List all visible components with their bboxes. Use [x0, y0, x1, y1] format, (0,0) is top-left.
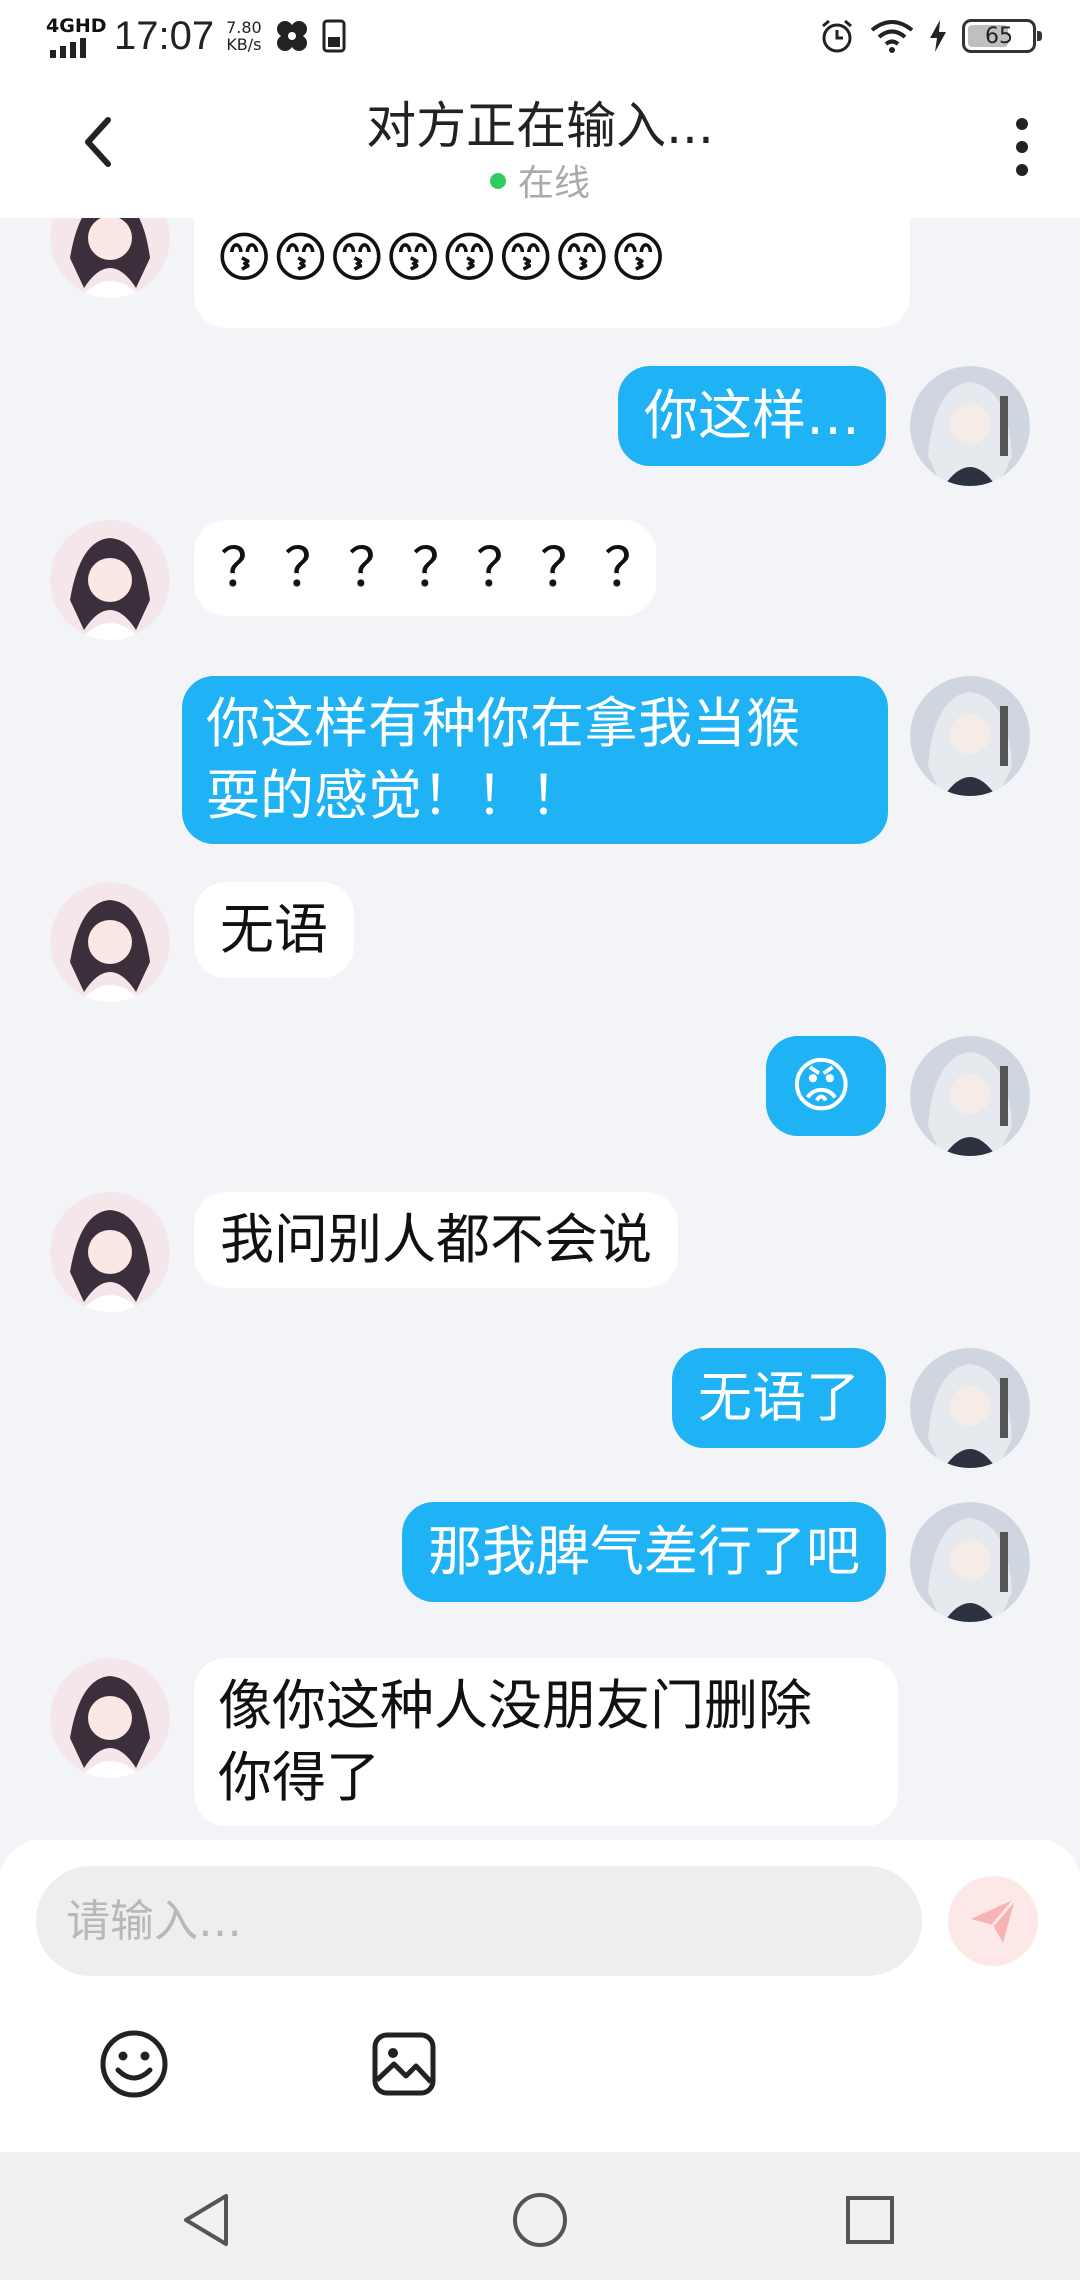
battery-indicator: 65	[962, 19, 1042, 53]
battery-percent: 65	[985, 23, 1013, 49]
charging-icon	[930, 20, 946, 52]
composer-panel	[0, 1840, 1080, 2152]
chat-title: 对方正在输入...	[366, 97, 714, 155]
message-text-line: 你这样有种你在拿我当猴	[206, 692, 800, 755]
network-speed-value: 7.80	[226, 18, 262, 37]
message-text-line: 耍的感觉！！！	[206, 764, 584, 827]
message-bubble-outgoing[interactable]: 那我脾气差行了吧	[402, 1502, 886, 1602]
message-text: ？？？？？？？	[220, 536, 668, 599]
message-bubble-outgoing[interactable]: 无语了	[672, 1348, 886, 1448]
message-text: 😙😙😙😙😙😙😙😙	[216, 226, 667, 289]
message-bubble-outgoing[interactable]: 你这样有种你在拿我当猴 耍的感觉！！！	[182, 676, 888, 844]
nav-recents-button[interactable]	[830, 2180, 910, 2260]
avatar-self[interactable]	[910, 676, 1030, 796]
status-time: 17:07	[114, 13, 215, 58]
online-dot	[489, 173, 506, 189]
image-button[interactable]	[364, 2024, 444, 2104]
system-nav-bar	[0, 2152, 1080, 2280]
message-text: 你这样…	[644, 384, 860, 447]
avatar-contact[interactable]	[50, 1192, 170, 1312]
message-bubble-incoming[interactable]: 像你这种人没朋友门删除 你得了	[194, 1658, 898, 1826]
network-indicator: 4GHD	[46, 14, 107, 58]
emoji-button[interactable]	[94, 2024, 174, 2104]
avatar-contact[interactable]	[50, 218, 170, 298]
avatar-contact[interactable]	[50, 882, 170, 1002]
wifi-icon	[870, 20, 914, 53]
avatar-self[interactable]	[910, 1348, 1030, 1468]
phone-storage-icon	[322, 19, 346, 53]
send-icon	[971, 1898, 1017, 1943]
image-icon	[372, 2032, 436, 2096]
message-bubble-incoming[interactable]: 无语	[194, 882, 354, 978]
message-bubble-incoming[interactable]: ？？？？？？？	[194, 520, 658, 616]
signal-icon	[50, 38, 86, 58]
message-text: 无语了	[698, 1366, 860, 1429]
avatar-self[interactable]	[910, 1502, 1030, 1622]
online-status-label: 在线	[517, 163, 590, 204]
message-text: 无语	[220, 898, 328, 961]
message-list[interactable]: 😙😙😙😙😙😛😛😛😛 😙😙😙😙😙😙😙😙 你这样… ？？？？？？？ 你这样有种你在拿…	[0, 218, 1080, 1840]
more-options-button[interactable]	[992, 112, 1052, 182]
avatar-self[interactable]	[910, 1036, 1030, 1156]
online-status: 在线	[0, 154, 1080, 206]
avatar-contact[interactable]	[50, 520, 170, 640]
message-input[interactable]	[36, 1866, 922, 1976]
send-button[interactable]	[948, 1876, 1038, 1966]
avatar-self[interactable]	[910, 366, 1030, 486]
chat-header: 对方正在输入... 在线	[0, 72, 1080, 218]
smiley-icon	[100, 2030, 168, 2098]
circle-home-icon	[513, 2193, 567, 2247]
message-bubble-incoming[interactable]: 😙😙😙😙😙😛😛😛😛 😙😙😙😙😙😙😙😙	[194, 218, 910, 328]
message-text: 我问别人都不会说	[220, 1208, 652, 1271]
message-bubble-incoming[interactable]: 我问别人都不会说	[194, 1192, 678, 1288]
message-text-line: 像你这种人没朋友门删除	[218, 1674, 812, 1737]
nav-home-button[interactable]	[500, 2180, 580, 2260]
nav-back-button[interactable]	[166, 2180, 246, 2260]
avatar-contact[interactable]	[50, 1658, 170, 1778]
square-recents-icon	[846, 2196, 894, 2244]
more-dot	[1016, 141, 1028, 153]
message-bubble-outgoing[interactable]: 你这样…	[618, 366, 886, 466]
message-text-line: 你得了	[218, 1746, 380, 1809]
more-vertical-icon	[1016, 118, 1028, 130]
status-bar: 4GHD 17:07 7.80 KB/s 65	[0, 0, 1080, 72]
more-dot	[1016, 164, 1028, 176]
alarm-icon	[822, 19, 852, 53]
message-text: 那我脾气差行了吧	[428, 1520, 860, 1583]
network-speed-unit: KB/s	[226, 35, 262, 54]
network-speed: 7.80 KB/s	[226, 19, 262, 53]
fan-icon	[276, 21, 307, 51]
message-bubble-outgoing[interactable]: 😡	[766, 1036, 886, 1136]
message-text: 😡	[790, 1051, 853, 1121]
triangle-back-icon	[184, 2194, 228, 2246]
network-type: 4GHD	[46, 15, 107, 37]
